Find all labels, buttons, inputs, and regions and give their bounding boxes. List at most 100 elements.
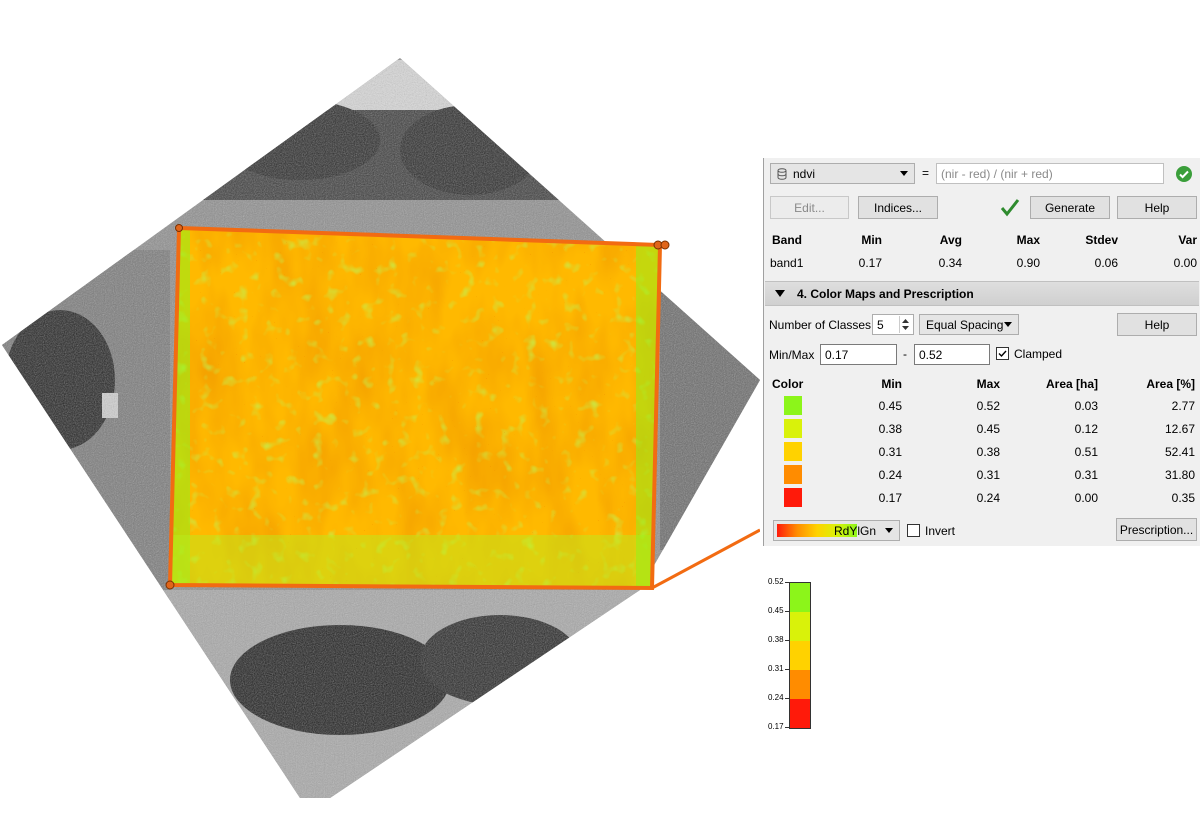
legend-class-band	[790, 670, 810, 699]
invert-checkbox[interactable]	[907, 524, 920, 537]
class-cell-area-ha: 0.12	[1074, 422, 1098, 436]
legend-tick-mark	[785, 640, 789, 641]
index-select[interactable]: ndvi	[770, 163, 915, 184]
index-select-value: ndvi	[793, 166, 816, 181]
ndvi-field-overlay	[170, 228, 660, 588]
vertex-handle[interactable]	[165, 580, 175, 590]
legend-tick-label: 0.24	[768, 693, 784, 702]
class-cell-area-pct: 2.77	[1171, 399, 1195, 413]
stats-header-var: Var	[1178, 233, 1197, 247]
spacing-select-value: Equal Spacing	[926, 317, 1004, 332]
database-icon	[777, 168, 787, 180]
minmax-dash: -	[903, 347, 907, 361]
min-field[interactable]: 0.17	[820, 344, 897, 365]
class-cell-min: 0.24	[878, 468, 902, 482]
class-header-area-ha: Area [ha]	[1045, 377, 1098, 391]
classes-label: Number of Classes	[769, 318, 872, 332]
expression-field[interactable]: (nir - red) / (nir + red)	[936, 163, 1164, 184]
ndvi-processing-panel: ndvi = (nir - red) / (nir + red) Edit...…	[763, 158, 1200, 546]
class-cell-area-pct: 31.80	[1164, 468, 1195, 482]
stats-cell-stdev: 0.06	[1094, 256, 1118, 270]
legend-class-band	[790, 699, 810, 728]
class-cell-min: 0.38	[878, 422, 902, 436]
minmax-label: Min/Max	[769, 348, 815, 362]
legend-tick-label: 0.45	[768, 606, 784, 615]
class-cell-min: 0.45	[878, 399, 902, 413]
classes-spinbox[interactable]: 5	[872, 314, 914, 335]
class-cell-max: 0.45	[976, 422, 1000, 436]
class-header-area-pct: Area [%]	[1146, 377, 1195, 391]
legend-tick-label: 0.17	[768, 722, 784, 731]
class-cell-area-ha: 0.51	[1074, 445, 1098, 459]
class-color-swatch[interactable]	[784, 488, 802, 507]
invert-label: Invert	[925, 524, 956, 538]
legend-tick-mark	[785, 611, 789, 612]
map-canvas[interactable]	[0, 0, 760, 814]
legend-class-band	[790, 583, 810, 612]
class-cell-area-ha: 0.03	[1074, 399, 1098, 413]
legend-tick-mark	[785, 669, 789, 670]
help-button[interactable]: Help	[1117, 196, 1197, 219]
class-color-swatch[interactable]	[784, 465, 802, 484]
generate-button[interactable]: Generate	[1030, 196, 1110, 219]
class-cell-area-pct: 52.41	[1164, 445, 1195, 459]
legend-tick-label: 0.52	[768, 577, 784, 586]
clamped-label: Clamped	[1014, 347, 1063, 361]
class-cell-max: 0.52	[976, 399, 1000, 413]
class-color-swatch[interactable]	[784, 419, 802, 438]
clamped-checkbox[interactable]	[996, 347, 1009, 360]
legend-class-band	[790, 612, 810, 641]
class-cell-min: 0.31	[878, 445, 902, 459]
ndvi-legend: 0.52 0.45 0.38 0.31 0.24 0.17	[760, 576, 820, 736]
spacing-select[interactable]: Equal Spacing	[919, 314, 1019, 335]
legend-color-bar	[789, 582, 811, 729]
class-header-color: Color	[772, 377, 804, 391]
stats-header-stdev: Stdev	[1085, 233, 1118, 247]
class-cell-area-pct: 0.35	[1171, 491, 1195, 505]
equals-sign: =	[922, 166, 930, 180]
checkmark-icon	[998, 350, 1007, 358]
ramp-name: RdYlGn	[834, 524, 877, 538]
stats-header-min: Min	[861, 233, 882, 247]
stats-cell-var: 0.00	[1173, 256, 1197, 270]
legend-class-band	[790, 641, 810, 670]
class-cell-area-ha: 0.31	[1074, 468, 1098, 482]
legend-tick-mark	[785, 727, 789, 728]
chevron-down-icon	[900, 171, 908, 176]
class-cell-min: 0.17	[878, 491, 902, 505]
stats-header-band: Band	[772, 233, 802, 247]
valid-check-icon	[1175, 165, 1193, 186]
class-header-min: Min	[881, 377, 902, 391]
collapse-triangle-icon	[775, 290, 785, 297]
legend-tick-mark	[785, 582, 789, 583]
color-maps-section-header[interactable]: 4. Color Maps and Prescription	[765, 281, 1199, 306]
class-cell-area-pct: 12.67	[1164, 422, 1195, 436]
class-color-swatch[interactable]	[784, 396, 802, 415]
indices-button[interactable]: Indices...	[858, 196, 938, 219]
class-color-swatch[interactable]	[784, 442, 802, 461]
color-ramp-select[interactable]: RdYlGn	[773, 520, 900, 541]
legend-tick-label: 0.31	[768, 664, 784, 673]
chevron-down-icon	[1004, 322, 1012, 327]
spin-arrows-icon[interactable]	[899, 316, 911, 333]
stats-cell-avg: 0.34	[938, 256, 962, 270]
class-cell-max: 0.31	[976, 468, 1000, 482]
vertex-handle[interactable]	[175, 224, 183, 232]
class-cell-area-ha: 0.00	[1074, 491, 1098, 505]
class-header-max: Max	[976, 377, 1000, 391]
stats-header-max: Max	[1016, 233, 1040, 247]
legend-tick-mark	[785, 698, 789, 699]
chevron-down-icon	[885, 528, 893, 533]
edit-button[interactable]: Edit...	[770, 196, 849, 219]
max-field[interactable]: 0.52	[914, 344, 990, 365]
prescription-button[interactable]: Prescription...	[1116, 518, 1197, 541]
vertex-handle[interactable]	[660, 240, 670, 250]
stats-cell-min: 0.17	[858, 256, 882, 270]
class-cell-max: 0.38	[976, 445, 1000, 459]
class-cell-max: 0.24	[976, 491, 1000, 505]
color-help-button[interactable]: Help	[1117, 313, 1197, 336]
classes-value: 5	[877, 317, 884, 332]
stats-header-avg: Avg	[939, 233, 962, 247]
stats-cell-max: 0.90	[1016, 256, 1040, 270]
legend-tick-label: 0.38	[768, 635, 784, 644]
